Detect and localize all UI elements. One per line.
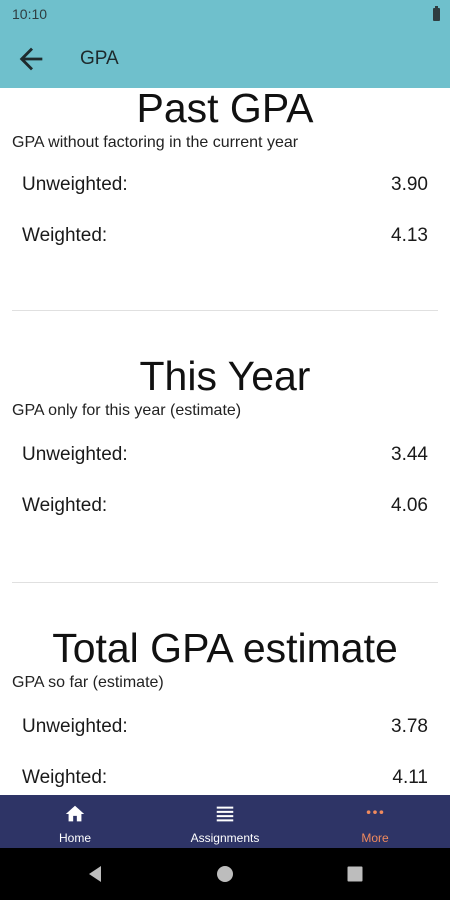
app-bar: GPA bbox=[0, 30, 450, 88]
section-subtitle: GPA only for this year (estimate) bbox=[12, 402, 242, 419]
gpa-row-value: 4.11 bbox=[392, 767, 428, 788]
gpa-row-label: Unweighted: bbox=[22, 174, 128, 195]
status-time: 10:10 bbox=[12, 6, 48, 22]
system-navigation-bar bbox=[0, 848, 450, 900]
gpa-content[interactable]: Past GPA GPA without factoring in the cu… bbox=[0, 88, 450, 795]
gpa-row: Weighted: 4.06 bbox=[0, 495, 450, 546]
nav-item-label: Home bbox=[58, 831, 91, 845]
gpa-row-value: 3.44 bbox=[391, 444, 428, 465]
back-button[interactable] bbox=[14, 42, 48, 76]
gpa-row-value: 4.06 bbox=[391, 495, 428, 516]
section-past-gpa: Past GPA GPA without factoring in the cu… bbox=[0, 88, 450, 276]
section-title: Past GPA bbox=[136, 88, 314, 131]
gpa-row: Unweighted: 3.90 bbox=[0, 174, 450, 225]
gpa-row-label: Unweighted: bbox=[22, 716, 128, 737]
section-title: This Year bbox=[139, 353, 311, 399]
nav-item-label: Assignments bbox=[190, 831, 260, 845]
bottom-navigation: Home Assignments More bbox=[0, 795, 450, 848]
gpa-row-label: Unweighted: bbox=[22, 444, 128, 465]
system-back-icon[interactable] bbox=[84, 863, 106, 885]
status-bar: 10:10 bbox=[0, 0, 450, 30]
section-total-gpa: Total GPA estimate GPA so far (estimate)… bbox=[0, 624, 450, 795]
gpa-row-label: Weighted: bbox=[22, 495, 108, 516]
gpa-row-value: 3.90 bbox=[391, 174, 428, 195]
gpa-row: Weighted: 4.11 bbox=[0, 767, 450, 795]
gpa-row: Unweighted: 3.78 bbox=[0, 716, 450, 767]
gpa-row: Weighted: 4.13 bbox=[0, 225, 450, 276]
nav-item-label: More bbox=[361, 831, 389, 845]
system-recents-icon[interactable] bbox=[344, 863, 366, 885]
section-divider bbox=[12, 310, 438, 311]
gpa-row-label: Weighted: bbox=[22, 767, 108, 788]
gpa-row: Unweighted: 3.44 bbox=[0, 444, 450, 495]
home-icon bbox=[65, 805, 85, 822]
nav-item-home[interactable]: Home bbox=[0, 795, 150, 848]
system-home-icon[interactable] bbox=[214, 863, 236, 885]
section-subtitle: GPA so far (estimate) bbox=[12, 674, 164, 691]
section-subtitle: GPA without factoring in the current yea… bbox=[12, 134, 299, 151]
page-title: GPA bbox=[80, 48, 119, 69]
battery-icon bbox=[433, 6, 440, 21]
section-title: Total GPA estimate bbox=[52, 625, 398, 671]
gpa-row-value: 4.13 bbox=[391, 225, 428, 246]
nav-item-more[interactable]: More bbox=[300, 795, 450, 848]
gpa-row-label: Weighted: bbox=[22, 225, 108, 246]
section-this-year: This Year GPA only for this year (estima… bbox=[0, 352, 450, 546]
more-horizontal-icon bbox=[366, 810, 384, 814]
gpa-row-value: 3.78 bbox=[391, 716, 428, 737]
nav-item-assignments[interactable]: Assignments bbox=[150, 795, 300, 848]
section-divider bbox=[12, 582, 438, 583]
list-icon bbox=[216, 806, 234, 822]
arrow-back-icon bbox=[19, 47, 43, 71]
